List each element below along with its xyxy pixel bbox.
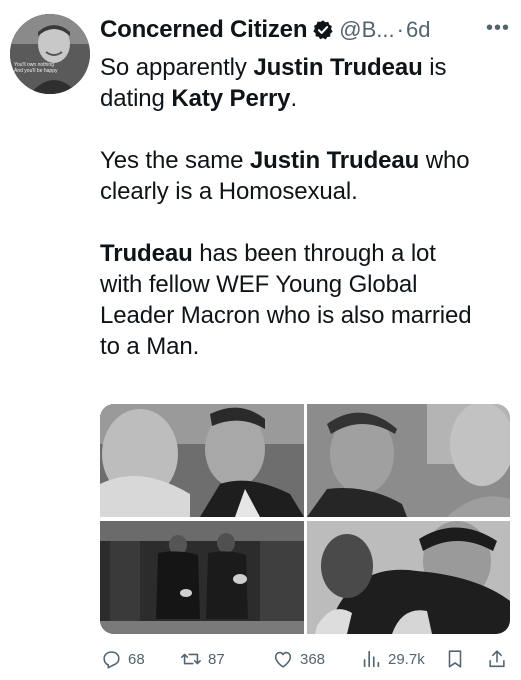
retweet-count: 87 <box>208 650 225 668</box>
text-line3-post: who <box>419 147 470 174</box>
bookmark-icon <box>448 650 462 668</box>
reply-count: 68 <box>128 650 145 668</box>
avatar-caption-2: And you'll be happy <box>14 68 58 74</box>
text-line5-post: has been through a lot <box>192 240 436 267</box>
text-line7: Leader Macron who is also married <box>100 302 472 329</box>
author-handle[interactable]: @B... <box>339 17 394 43</box>
text-line2-pre: dating <box>100 85 172 112</box>
more-icon[interactable]: ••• <box>486 18 510 38</box>
separator-dot: · <box>396 17 404 42</box>
timestamp[interactable]: 6d <box>406 17 430 43</box>
tweet-text: So apparently Justin Trudeau is dating K… <box>100 52 510 362</box>
like-count: 368 <box>300 650 326 668</box>
text-line2-post: . <box>290 85 298 112</box>
views-icon <box>363 650 380 668</box>
text-line3-pre: Yes the same <box>100 147 250 174</box>
text-line6: with fellow WEF Young Global <box>100 271 418 298</box>
tweet-header: Concerned Citizen @B... · 6d ••• <box>100 10 510 50</box>
photo-1[interactable] <box>100 404 304 517</box>
retweet-icon <box>181 653 201 665</box>
reply-button[interactable]: 68 <box>100 646 145 672</box>
views-count: 29.7k <box>388 650 425 668</box>
share-button[interactable] <box>486 646 508 672</box>
text-line8: to a Man. <box>100 333 200 360</box>
avatar[interactable]: You'll own nothing And you'll be happy <box>10 14 90 94</box>
views-button[interactable]: 29.7k <box>360 646 425 672</box>
heart-icon <box>274 651 292 668</box>
reply-icon <box>103 651 120 669</box>
mention-katy-perry: Katy Perry <box>171 85 291 112</box>
share-icon <box>489 650 505 668</box>
retweet-button[interactable]: 87 <box>180 646 225 672</box>
mention-justin-trudeau-2: Justin Trudeau <box>249 147 420 174</box>
text-line1-pre: So apparently <box>100 54 254 81</box>
verified-badge-icon[interactable] <box>312 19 334 41</box>
photo-3[interactable] <box>100 521 304 634</box>
action-bar: 68 87 368 29.7k <box>100 646 510 672</box>
bookmark-button[interactable] <box>444 646 466 672</box>
display-name[interactable]: Concerned Citizen <box>100 16 307 44</box>
mention-trudeau: Trudeau <box>100 240 193 267</box>
photo-2[interactable] <box>307 404 510 517</box>
mention-justin-trudeau: Justin Trudeau <box>253 54 423 81</box>
text-line1-post: is <box>422 54 447 81</box>
media-grid <box>100 404 510 634</box>
photo-4[interactable] <box>307 521 510 634</box>
like-button[interactable]: 368 <box>272 646 325 672</box>
text-line4: clearly is a Homosexual. <box>100 178 358 205</box>
avatar-image: You'll own nothing And you'll be happy <box>10 14 90 94</box>
